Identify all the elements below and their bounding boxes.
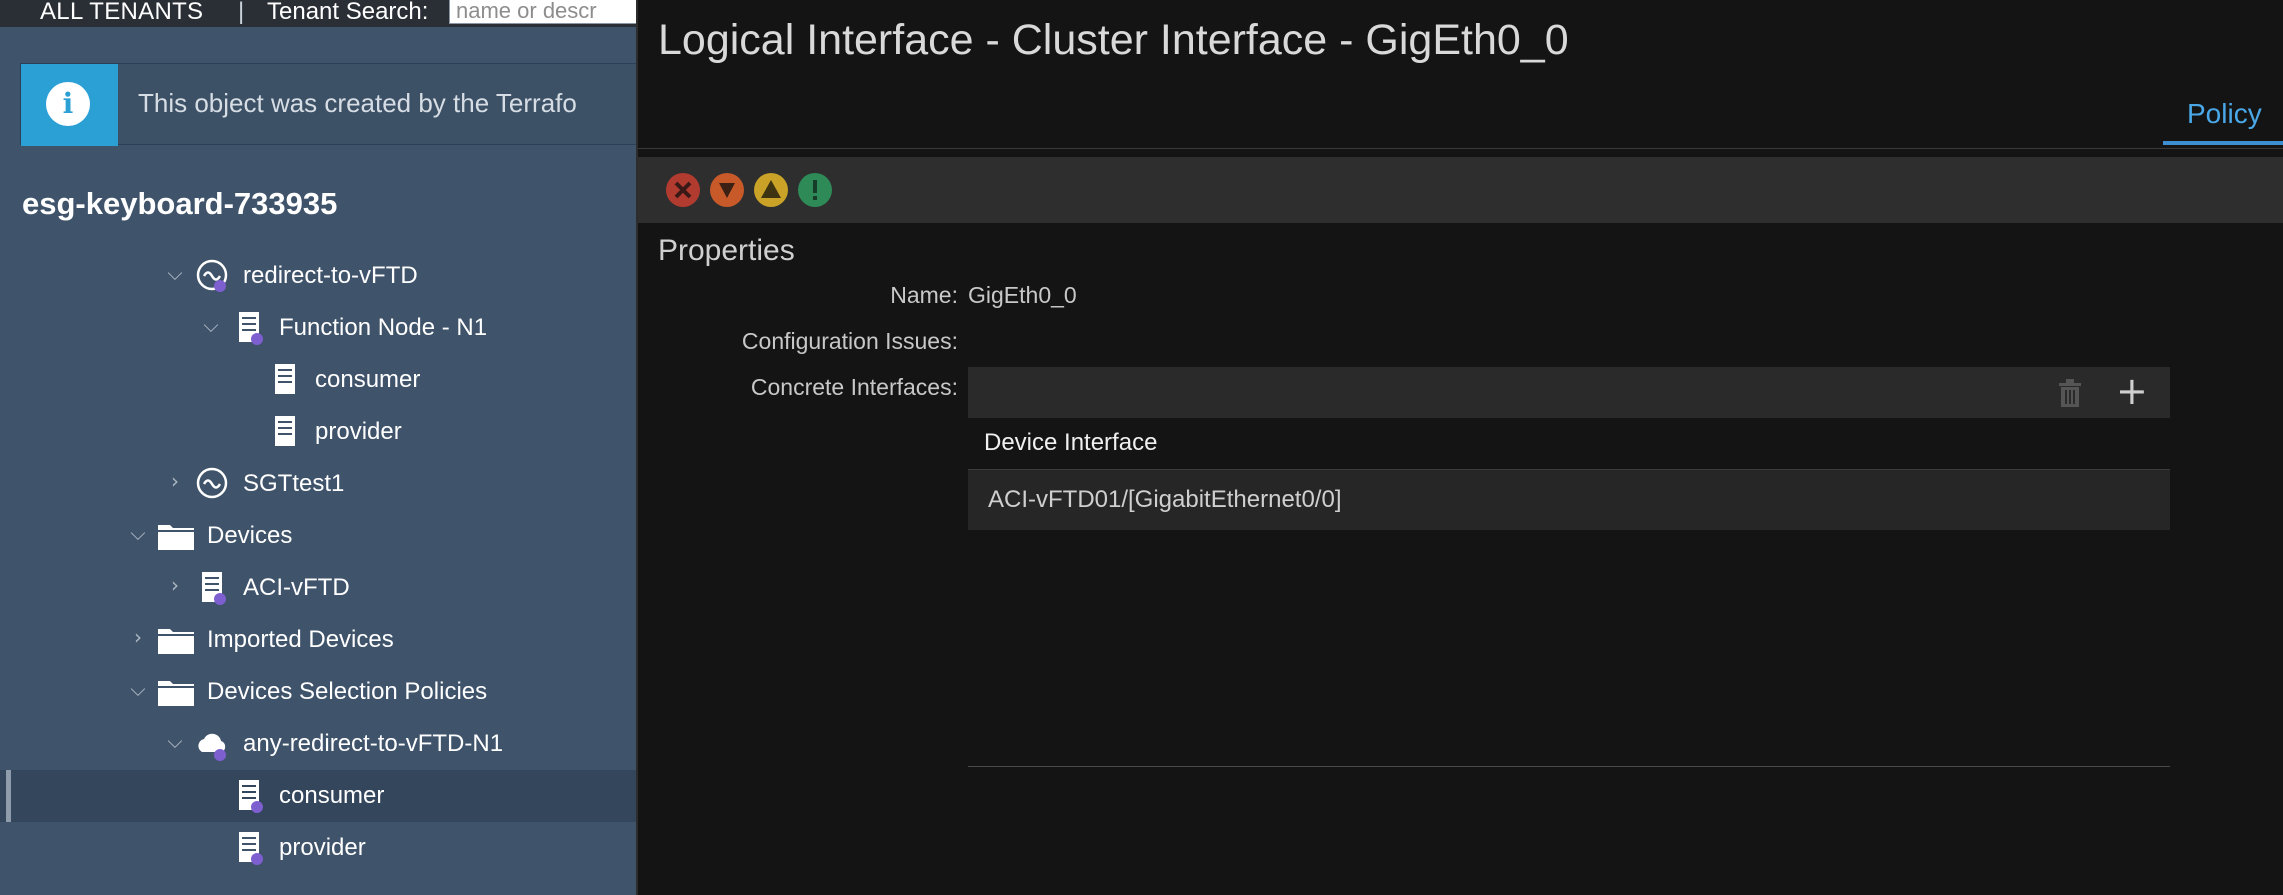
plus-icon[interactable]: + bbox=[2116, 371, 2148, 411]
info-banner-message: This object was created by the Terrafo bbox=[138, 88, 577, 118]
fault-summary-bar bbox=[638, 157, 2283, 223]
tree-item-consumer-selected[interactable]: consumer bbox=[0, 770, 636, 822]
dialog-title: Logical Interface - Cluster Interface - … bbox=[658, 16, 1569, 64]
tenant-title: esg-keyboard-733935 bbox=[22, 186, 338, 221]
document-icon bbox=[275, 416, 295, 446]
properties-heading: Properties bbox=[658, 234, 795, 267]
concrete-interfaces-toolbar: + bbox=[968, 367, 2170, 418]
concrete-interfaces-label: Concrete Interfaces: bbox=[750, 374, 958, 400]
configuration-issues-label: Configuration Issues: bbox=[741, 328, 958, 354]
tree-item-sgttest1[interactable]: › SGTtest1 bbox=[0, 458, 636, 510]
tree-item-devices[interactable]: ⌵ Devices bbox=[0, 510, 636, 562]
info-banner: i This object was created by the Terrafo bbox=[20, 63, 636, 146]
tenant-search-input[interactable] bbox=[449, 0, 636, 24]
tree-item-any-redirect-to-vftd-n1[interactable]: ⌵ any-redirect-to-vFTD-N1 bbox=[0, 718, 636, 770]
node-document-icon bbox=[239, 832, 263, 865]
folder-icon bbox=[158, 681, 194, 706]
name-value: GigEth0_0 bbox=[968, 282, 1077, 308]
tree-item-label: SGTtest1 bbox=[243, 470, 345, 497]
critical-fault-icon[interactable] bbox=[664, 171, 702, 209]
tree-item-provider-2[interactable]: provider bbox=[0, 822, 636, 874]
chevron-down-icon[interactable]: ⌵ bbox=[200, 314, 222, 336]
tree-item-label: provider bbox=[315, 418, 402, 445]
service-graph-icon bbox=[196, 259, 228, 292]
node-document-icon bbox=[239, 780, 263, 813]
tree-item-label: consumer bbox=[315, 366, 421, 393]
info-banner-icon-box: i bbox=[21, 64, 118, 146]
trash-icon[interactable] bbox=[2055, 377, 2085, 409]
chevron-down-icon[interactable]: ⌵ bbox=[127, 522, 149, 544]
tree-item-consumer[interactable]: consumer bbox=[0, 354, 636, 406]
table-row[interactable]: ACI-vFTD01/[GigabitEthernet0/0] bbox=[968, 470, 2170, 530]
active-tab-indicator bbox=[2163, 141, 2283, 145]
cloud-icon bbox=[198, 733, 226, 761]
tree-item-label: Imported Devices bbox=[207, 626, 394, 653]
chevron-down-icon[interactable]: ⌵ bbox=[164, 262, 186, 284]
logical-interface-dialog: Logical Interface - Cluster Interface - … bbox=[636, 0, 2283, 895]
tree-item-label: ACI-vFTD bbox=[243, 574, 350, 601]
chevron-down-icon[interactable]: ⌵ bbox=[164, 730, 186, 752]
tab-policy[interactable]: Policy bbox=[2187, 98, 2262, 130]
tree-item-imported-devices[interactable]: › Imported Devices bbox=[0, 614, 636, 666]
node-document-icon bbox=[202, 572, 226, 605]
chevron-right-icon[interactable]: › bbox=[127, 626, 149, 648]
tree-item-label: consumer bbox=[279, 782, 385, 809]
tree-item-redirect-to-vftd[interactable]: ⌵ redirect-to-vFTD bbox=[0, 250, 636, 302]
table-cell-device-interface: ACI-vFTD01/[GigabitEthernet0/0] bbox=[988, 486, 1342, 513]
tenant-search-label: Tenant Search: bbox=[267, 0, 429, 25]
major-fault-icon[interactable] bbox=[708, 171, 746, 209]
selection-indicator bbox=[6, 770, 11, 822]
folder-icon bbox=[158, 629, 194, 654]
service-graph-icon bbox=[196, 467, 228, 499]
tree-item-devices-selection-policies[interactable]: ⌵ Devices Selection Policies bbox=[0, 666, 636, 718]
document-icon bbox=[275, 364, 295, 394]
chevron-down-icon[interactable]: ⌵ bbox=[127, 678, 149, 700]
tree-item-aci-vftd[interactable]: › ACI-vFTD bbox=[0, 562, 636, 614]
chevron-right-icon[interactable]: › bbox=[164, 470, 186, 492]
tree-item-label: Function Node - N1 bbox=[279, 314, 488, 341]
minor-fault-icon[interactable] bbox=[752, 171, 790, 209]
tree-item-function-node-n1[interactable]: ⌵ Function Node - N1 bbox=[0, 302, 636, 354]
tree-item-label: provider bbox=[279, 834, 366, 861]
tree-item-label: Devices Selection Policies bbox=[207, 678, 488, 705]
node-document-icon bbox=[239, 312, 263, 345]
tree-item-provider[interactable]: provider bbox=[0, 406, 636, 458]
left-navigation-pane: ALL TENANTS | Tenant Search: i This obje… bbox=[0, 0, 636, 895]
folder-icon bbox=[158, 525, 194, 550]
concrete-interfaces-table: Device Interface ACI-vFTD01/[GigabitEthe… bbox=[968, 418, 2170, 767]
all-tenants-link[interactable]: ALL TENANTS bbox=[40, 0, 203, 26]
chevron-right-icon[interactable]: › bbox=[164, 574, 186, 596]
tree-item-label: any-redirect-to-vFTD-N1 bbox=[243, 730, 504, 757]
title-separator bbox=[638, 148, 2283, 149]
tenant-topbar: ALL TENANTS | Tenant Search: bbox=[0, 0, 636, 27]
tree-item-label: Devices bbox=[207, 522, 293, 549]
warning-fault-icon[interactable] bbox=[796, 171, 834, 209]
tree-item-label: redirect-to-vFTD bbox=[243, 262, 418, 289]
info-icon: i bbox=[46, 82, 90, 126]
topbar-divider: | bbox=[238, 0, 245, 25]
column-header-device-interface[interactable]: Device Interface bbox=[984, 429, 1157, 457]
name-label: Name: bbox=[890, 282, 958, 308]
